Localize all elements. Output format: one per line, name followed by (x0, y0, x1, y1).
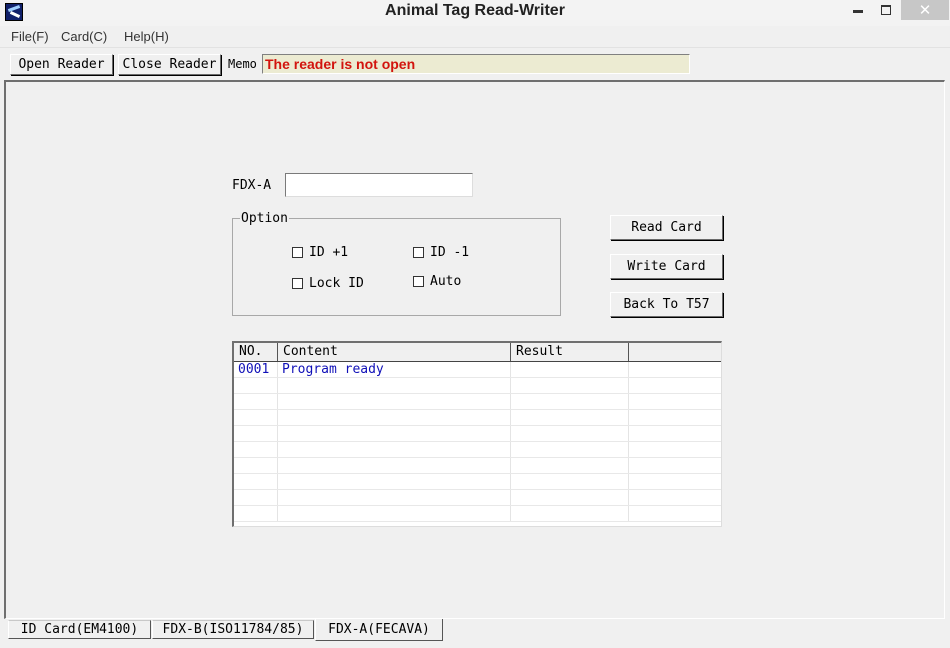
table-cell (511, 442, 629, 457)
table-row[interactable] (234, 442, 721, 458)
table-cell (511, 426, 629, 441)
write-card-button[interactable]: Write Card (610, 254, 723, 279)
table-cell (629, 442, 721, 457)
table-row[interactable] (234, 426, 721, 442)
table-cell (234, 474, 278, 489)
table-cell (234, 394, 278, 409)
table-cell (629, 490, 721, 505)
tab-id-card[interactable]: ID Card(EM4100) (8, 620, 151, 639)
back-to-t57-button[interactable]: Back To T57 (610, 292, 723, 317)
table-cell (234, 506, 278, 521)
table-cell (511, 490, 629, 505)
log-list[interactable]: NO. Content Result 0001 Program ready (232, 341, 722, 527)
table-cell (234, 458, 278, 473)
table-cell (278, 458, 511, 473)
read-card-button[interactable]: Read Card (610, 215, 723, 240)
menu-card[interactable]: Card(C) (61, 29, 107, 44)
close-icon: ✕ (918, 2, 932, 19)
checkbox-box (413, 276, 424, 287)
table-cell (629, 410, 721, 425)
table-cell (511, 378, 629, 393)
memo-status-field: The reader is not open (262, 54, 690, 74)
table-cell (511, 474, 629, 489)
checkbox-label: ID +1 (309, 245, 349, 260)
table-cell (511, 506, 629, 521)
checkbox-label: Lock ID (309, 276, 364, 291)
table-row[interactable] (234, 410, 721, 426)
column-header-no[interactable]: NO. (234, 343, 278, 361)
memo-label: Memo (228, 57, 257, 71)
close-button[interactable]: ✕ (901, 0, 949, 20)
table-row[interactable] (234, 506, 721, 522)
menu-help[interactable]: Help(H) (124, 29, 169, 44)
row-content: Program ready (278, 362, 511, 377)
table-cell (234, 490, 278, 505)
minimize-button[interactable]: ▬ (845, 0, 871, 20)
table-cell (629, 506, 721, 521)
list-header: NO. Content Result (234, 343, 721, 362)
fdxa-input[interactable] (285, 173, 473, 197)
table-cell (629, 458, 721, 473)
row-extra (629, 362, 721, 377)
list-body: 0001 Program ready (234, 362, 721, 522)
table-cell (278, 426, 511, 441)
table-row[interactable] (234, 458, 721, 474)
tab-bar: ID Card(EM4100) FDX-B(ISO11784/85) FDX-A… (0, 619, 950, 648)
window-title: Animal Tag Read-Writer (385, 2, 565, 19)
column-header-content[interactable]: Content (278, 343, 511, 361)
table-cell (511, 394, 629, 409)
table-row[interactable] (234, 490, 721, 506)
table-cell (234, 442, 278, 457)
row-result (511, 362, 629, 377)
table-cell (278, 506, 511, 521)
table-cell (511, 458, 629, 473)
table-cell (278, 394, 511, 409)
table-row[interactable]: 0001 Program ready (234, 362, 721, 378)
menu-bar: File(F) Card(C) Help(H) (0, 27, 950, 48)
checkbox-box (292, 278, 303, 289)
auto-checkbox[interactable]: Auto (413, 274, 461, 289)
table-cell (278, 410, 511, 425)
table-cell (278, 442, 511, 457)
maximize-icon (881, 5, 891, 15)
table-cell (629, 426, 721, 441)
table-row[interactable] (234, 378, 721, 394)
row-no: 0001 (234, 362, 278, 377)
menu-file[interactable]: File(F) (11, 29, 49, 44)
close-reader-button[interactable]: Close Reader (118, 54, 221, 75)
table-cell (234, 378, 278, 393)
tab-fdx-b[interactable]: FDX-B(ISO11784/85) (152, 620, 314, 639)
table-row[interactable] (234, 474, 721, 490)
checkbox-box (292, 247, 303, 258)
table-cell (278, 474, 511, 489)
fdxa-label: FDX-A (232, 178, 272, 193)
table-cell (629, 394, 721, 409)
tab-fdx-a[interactable]: FDX-A(FECAVA) (315, 619, 443, 641)
table-cell (629, 378, 721, 393)
table-cell (278, 490, 511, 505)
table-cell (278, 378, 511, 393)
id-minus-one-checkbox[interactable]: ID -1 (413, 245, 469, 260)
minimize-icon: ▬ (853, 4, 863, 16)
checkbox-label: ID -1 (430, 245, 470, 260)
column-header-empty[interactable] (629, 343, 721, 361)
id-plus-one-checkbox[interactable]: ID +1 (292, 245, 348, 260)
checkbox-box (413, 247, 424, 258)
open-reader-button[interactable]: Open Reader (10, 54, 113, 75)
checkbox-label: Auto (430, 274, 462, 289)
option-group (232, 218, 561, 316)
table-row[interactable] (234, 394, 721, 410)
table-cell (511, 410, 629, 425)
lock-id-checkbox[interactable]: Lock ID (292, 276, 364, 291)
option-legend: Option (240, 211, 289, 226)
maximize-button[interactable] (873, 0, 899, 20)
table-cell (234, 410, 278, 425)
column-header-result[interactable]: Result (511, 343, 629, 361)
table-cell (234, 426, 278, 441)
table-cell (629, 474, 721, 489)
toolbar: Open Reader Close Reader Memo The reader… (0, 49, 950, 79)
title-bar: Animal Tag Read-Writer ▬ ✕ (0, 0, 950, 26)
